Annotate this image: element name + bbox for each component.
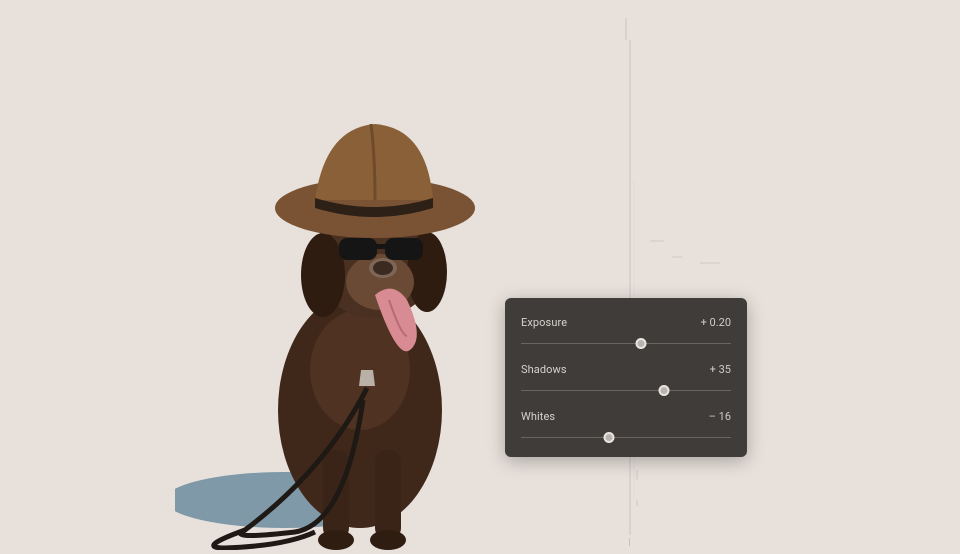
adjustments-panel: Exposure + 0.20 Shadows + 35 Whites – 16 [505,298,747,457]
shadows-label: Shadows [521,363,567,376]
shadows-value: + 35 [710,363,731,376]
shadows-slider-thumb[interactable] [658,385,669,396]
artifact-mark [700,262,720,264]
slider-row-shadows: Shadows + 35 [521,359,731,406]
slider-row-whites: Whites – 16 [521,406,731,445]
guide-line [629,40,631,535]
exposure-slider[interactable] [521,337,731,349]
exposure-slider-thumb[interactable] [635,338,646,349]
artifact-mark [650,240,664,242]
artifact-mark [636,470,638,480]
exposure-value: + 0.20 [701,316,731,329]
whites-label: Whites [521,410,555,423]
whites-slider[interactable] [521,431,731,443]
slider-row-exposure: Exposure + 0.20 [521,312,731,359]
artifact-mark [636,500,638,506]
whites-slider-thumb[interactable] [604,432,615,443]
shadows-slider[interactable] [521,384,731,396]
subject-image [175,100,535,550]
exposure-label: Exposure [521,316,567,329]
whites-value: – 16 [709,410,731,423]
guide-line [625,18,627,40]
artifact-mark [672,256,682,258]
guide-line [629,538,630,546]
